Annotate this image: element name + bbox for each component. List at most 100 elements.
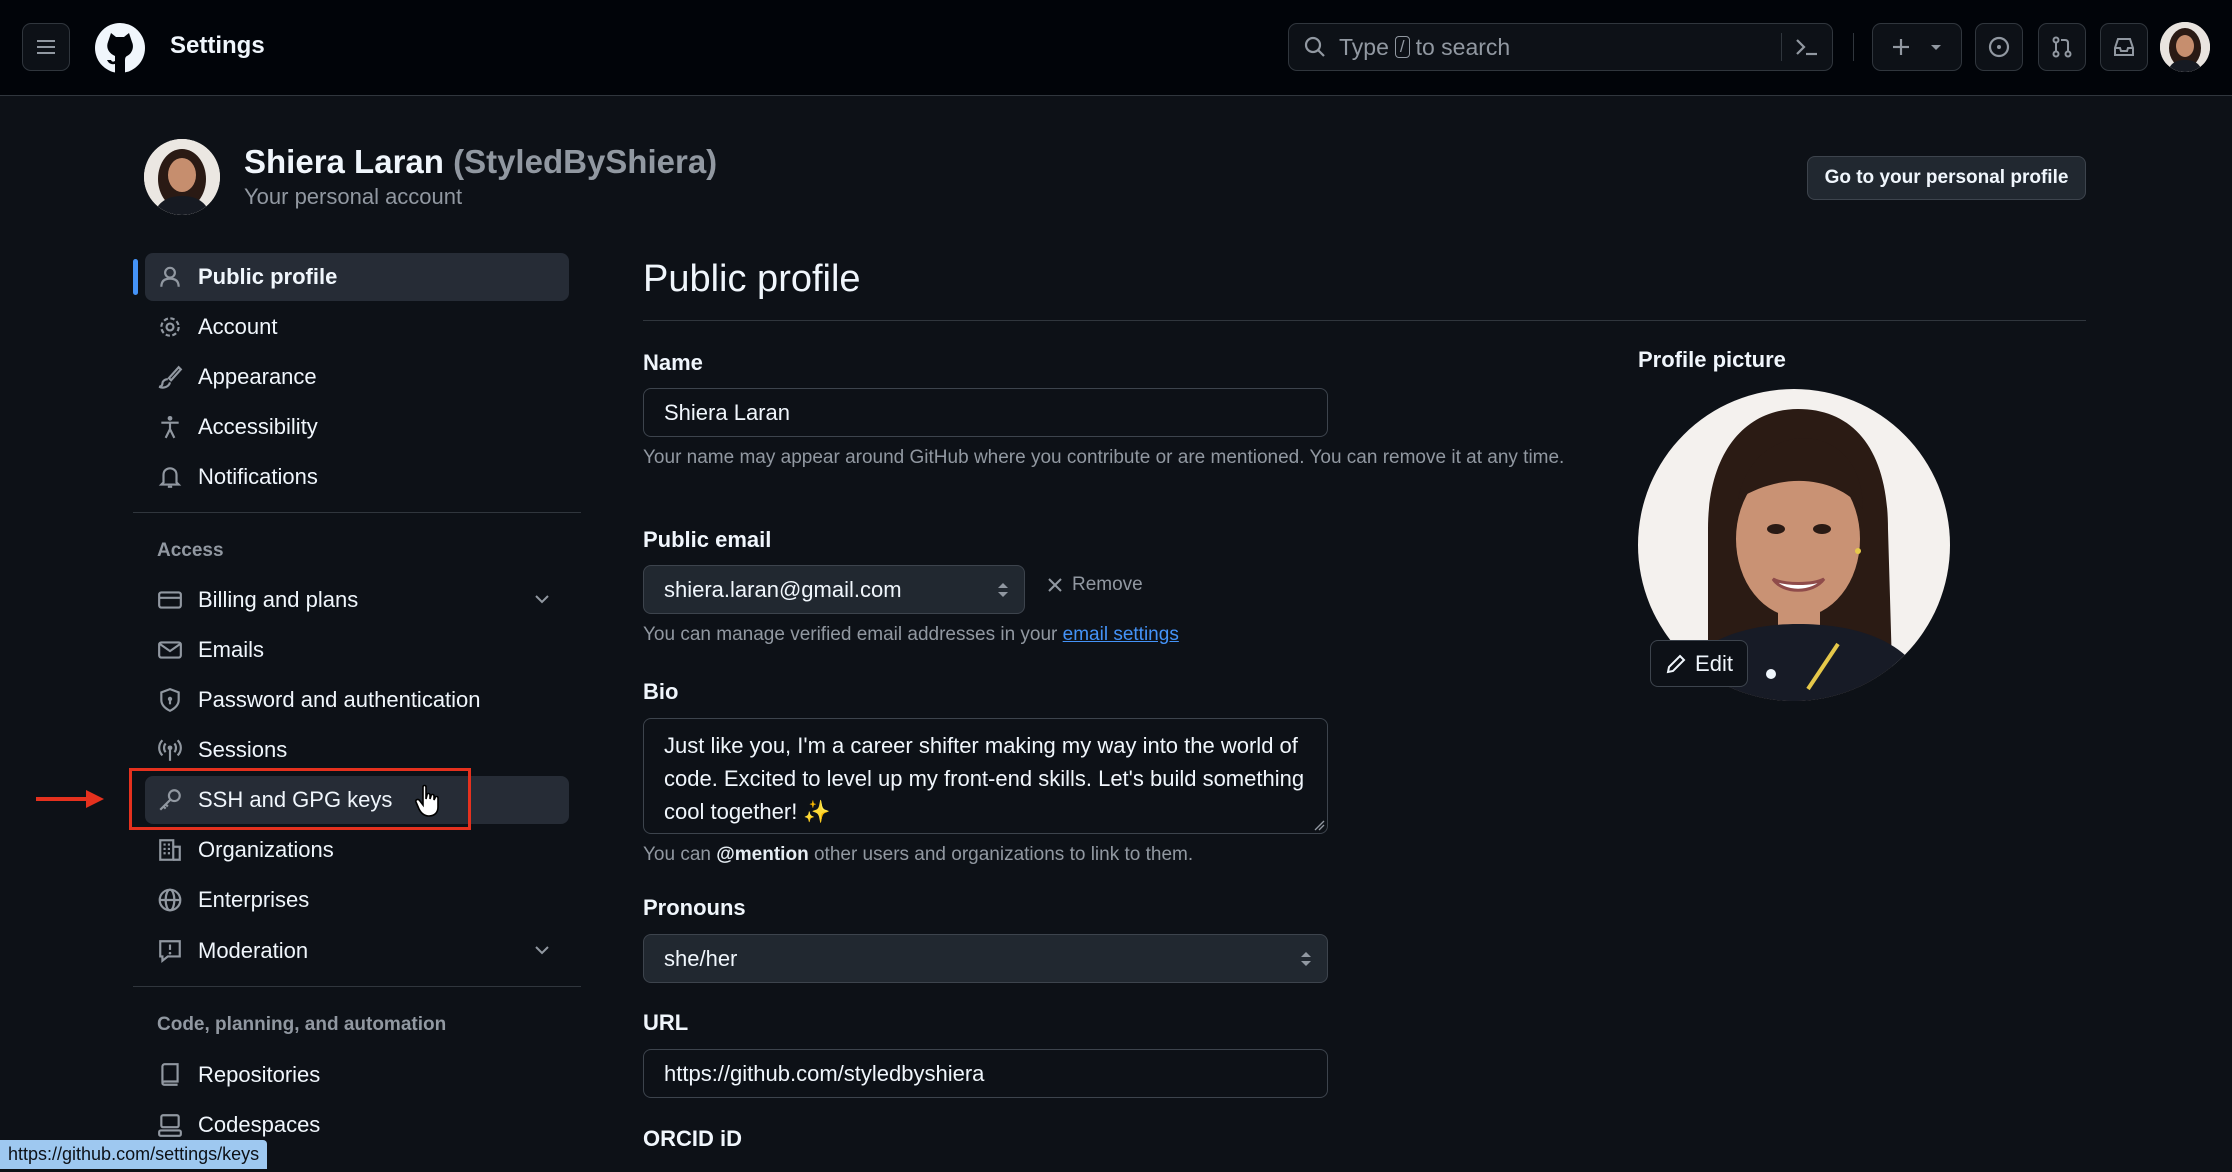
sidebar-item-label: Repositories [198,1062,321,1087]
triangle-down-icon [1931,45,1941,50]
sidebar-item-label: Sessions [198,737,288,762]
status-bar-url: https://github.com/settings/keys [0,1140,268,1169]
select-arrows-icon [998,583,1008,597]
bio-value: Just like you, I'm a career shifter maki… [664,733,1305,824]
section-title: Public profile [643,258,861,300]
menu-button[interactable] [22,23,70,71]
bio-hint-mention: @mention [716,844,809,865]
sidebar-item-accessibility[interactable]: Accessibility [145,403,569,451]
sidebar-item-sessions[interactable]: Sessions [145,726,569,774]
url-label: URL [643,1010,689,1035]
globe-icon [158,888,182,912]
accessibility-icon [161,415,179,439]
sidebar-item-label: Enterprises [198,887,310,912]
sidebar-item-moderation[interactable]: Moderation [145,927,569,975]
sidebar-item-organizations[interactable]: Organizations [145,826,569,874]
user-avatar-menu[interactable] [2160,22,2210,72]
credit-card-icon [158,591,182,609]
page-title: Settings [170,32,265,59]
chevron-down-icon[interactable] [531,588,553,610]
sidebar-heading-code: Code, planning, and automation [157,1014,447,1035]
repo-icon [161,1063,179,1086]
plus-icon [1893,39,1909,55]
topbar-divider [1853,33,1854,61]
sidebar-item-label: Billing and plans [198,587,359,612]
sidebar-item-billing[interactable]: Billing and plans [145,576,569,624]
pronouns-value: she/her [664,945,738,971]
active-indicator [133,259,138,295]
email-hint-text: You can manage verified email addresses … [643,624,1058,645]
paintbrush-icon [158,365,183,389]
sidebar-item-label: Codespaces [198,1112,321,1137]
name-label: Name [643,350,703,375]
remove-email-button[interactable]: Remove [1046,574,1143,596]
inbox-button[interactable] [2100,23,2148,71]
sidebar-item-enterprises[interactable]: Enterprises [145,876,569,924]
sidebar-item-label: Public profile [198,264,338,289]
go-to-profile-button[interactable]: Go to your personal profile [1807,156,2086,200]
email-hint: You can manage verified email addresses … [643,621,1179,649]
search-placeholder-suffix: to search [1415,33,1511,60]
gear-icon [160,317,180,337]
menu-icon [37,40,55,54]
public-email-value: shiera.laran@gmail.com [664,576,902,602]
pencil-icon [1666,654,1686,673]
account-avatar [144,139,220,215]
pronouns-label: Pronouns [643,895,746,920]
pronouns-select[interactable]: she/her [643,934,1328,983]
mail-icon [158,641,182,659]
bio-hint-suffix: other users and organizations to link to… [813,844,1194,865]
hand-cursor-icon [415,784,439,817]
sidebar-item-notifications[interactable]: Notifications [145,453,569,501]
issues-icon [1988,36,2010,58]
pull-requests-button[interactable] [2038,23,2086,71]
account-handle: (StyledByShiera) [453,143,718,180]
profile-picture-label: Profile picture [1638,347,1786,372]
search-input[interactable]: Type / to search [1288,23,1833,71]
sidebar-divider [133,512,581,513]
github-logo-icon[interactable] [94,22,146,74]
account-name: Shiera Laran (StyledByShiera) [244,143,717,181]
url-value: https://github.com/styledbyshiera [664,1060,985,1086]
url-field[interactable]: https://github.com/styledbyshiera [643,1049,1328,1098]
sidebar-item-label: Accessibility [198,414,318,439]
avatar [2160,22,2210,72]
annotation-arrow-icon [36,790,104,808]
edit-label: Edit [1695,650,1733,676]
sidebar-item-appearance[interactable]: Appearance [145,353,569,401]
sidebar-item-label: Organizations [198,837,334,862]
command-palette-icon[interactable] [1794,36,1820,58]
public-email-select[interactable]: shiera.laran@gmail.com [643,565,1025,614]
account-subtitle: Your personal account [244,184,463,209]
email-settings-link[interactable]: email settings [1063,624,1179,645]
issues-button[interactable] [1975,23,2023,71]
name-hint: Your name may appear around GitHub where… [643,447,1565,468]
resize-handle-icon[interactable] [1313,819,1325,831]
sidebar-item-public-profile[interactable]: Public profile [145,253,569,301]
broadcast-icon [158,739,182,761]
bio-textarea[interactable]: Just like you, I'm a career shifter maki… [643,718,1328,834]
sidebar-item-repositories[interactable]: Repositories [145,1051,569,1099]
sidebar-item-label: Password and authentication [198,687,481,712]
public-email-label: Public email [643,527,772,552]
name-value: Shiera Laran [664,399,790,425]
avatar [144,139,220,215]
sidebar-item-emails[interactable]: Emails [145,626,569,674]
sidebar-heading-access: Access [157,540,224,561]
sidebar-item-label: Moderation [198,938,309,963]
bio-label: Bio [643,679,679,704]
create-new-button[interactable] [1872,23,1962,71]
sidebar-item-password-authentication[interactable]: Password and authentication [145,676,569,724]
chevron-down-icon[interactable] [531,939,553,961]
sidebar-item-label: Appearance [198,364,317,389]
name-field[interactable]: Shiera Laran [643,388,1328,437]
search-divider [1781,33,1782,61]
edit-profile-picture-button[interactable]: Edit [1650,640,1748,687]
person-icon [160,266,180,287]
bio-hint: You can @mention other users and organiz… [643,841,1193,869]
search-icon [1304,36,1325,57]
inbox-icon [2114,38,2134,56]
search-placeholder-prefix: Type [1339,33,1389,60]
sidebar-item-account[interactable]: Account [145,303,569,351]
close-icon [1048,578,1062,592]
